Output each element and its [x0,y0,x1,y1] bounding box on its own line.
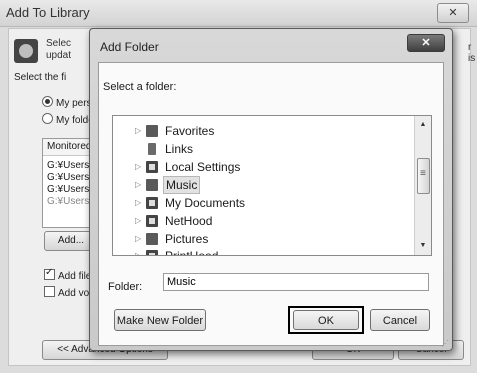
add-to-library-close-button[interactable]: ✕ [437,3,469,23]
scroll-thumb[interactable] [417,158,430,194]
folder-input[interactable] [163,273,429,291]
folder-tree[interactable]: ▷ Favorites Links ▷ Local Settings ▷ Mus… [112,115,432,256]
tree-item-label: PrintHood [165,249,219,256]
radio-dot-selected[interactable] [42,96,53,107]
expand-arrow-icon[interactable]: ▷ [135,247,141,255]
tree-item-label: Music [163,176,201,194]
radio-dot[interactable] [42,113,53,124]
shortcut-folder-icon [146,250,158,255]
tree-item-label: My Documents [165,196,246,210]
tree-item-label: Pictures [165,232,209,246]
add-folder-title: Add Folder [100,40,159,54]
shortcut-folder-icon [146,197,158,209]
scroll-down-icon[interactable]: ▼ [415,239,431,253]
folder-label: Folder: [108,281,143,293]
shortcut-folder-icon [146,215,158,227]
library-description: Selec updat [46,38,71,62]
expand-arrow-icon[interactable]: ▷ [135,176,141,194]
add-folder-dialog: Add Folder ✕ Select a folder: ▷ Favorite… [89,28,453,351]
tree-item-label: NetHood [165,214,213,228]
library-description-line2: updat [46,50,72,61]
tree-scrollbar[interactable]: ▲ ▼ [414,116,431,255]
ok-button-focus-ring: OK [288,306,364,334]
folder-icon [148,143,156,155]
expand-arrow-icon[interactable]: ▷ [135,158,141,176]
checkbox-box[interactable] [44,286,55,297]
shortcut-folder-icon [146,161,158,173]
library-icon [14,39,38,63]
tree-item-label: Local Settings [165,160,241,174]
add-to-library-title: Add To Library [6,5,90,20]
library-description-right: r is [468,42,476,64]
ok-button[interactable]: OK [293,310,359,330]
radio-my-folders[interactable]: My folde [42,113,94,126]
folder-tree-items: ▷ Favorites Links ▷ Local Settings ▷ Mus… [113,116,415,255]
make-new-folder-button[interactable]: Make New Folder [114,309,206,331]
checkbox-box-checked[interactable] [44,267,55,280]
add-folder-close-button[interactable]: ✕ [407,34,445,52]
tree-item-label: Links [165,142,194,156]
select-the-label: Select the fi [14,72,67,83]
folder-star-icon [146,125,158,137]
scroll-up-icon[interactable]: ▲ [415,118,431,132]
radio-my-personal[interactable]: My pers [42,96,92,109]
music-folder-icon [146,179,158,191]
cancel-button[interactable]: Cancel [370,309,430,331]
library-description-line1: Selec [46,38,72,49]
expand-arrow-icon[interactable]: ▷ [135,212,141,230]
expand-arrow-icon[interactable]: ▷ [135,122,141,140]
resize-grip-icon[interactable]: ⋰ [441,339,449,348]
expand-arrow-icon[interactable]: ▷ [135,230,141,248]
tree-item-label: Favorites [165,124,215,138]
radio-my-personal-label: My pers [56,98,92,109]
expand-arrow-icon[interactable]: ▷ [135,194,141,212]
add-to-library-titlebar: Add To Library ✕ [0,0,477,27]
select-folder-label: Select a folder: [103,81,177,93]
pictures-folder-icon [146,233,158,245]
